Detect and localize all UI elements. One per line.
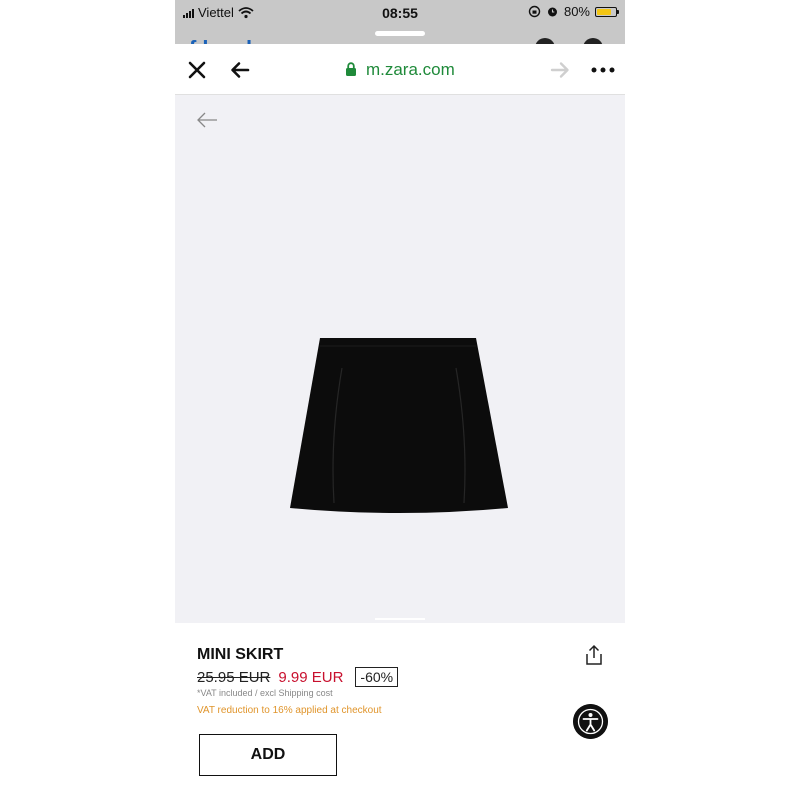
vat-reduction-notice: VAT reduction to 16% applied at checkout bbox=[197, 705, 382, 716]
price-row: 25.95 EUR 9.99 EUR -60% bbox=[197, 667, 399, 687]
original-price: 25.95 EUR bbox=[197, 668, 271, 686]
forward-arrow-icon[interactable] bbox=[549, 59, 571, 81]
product-title: MINI SKIRT bbox=[197, 646, 284, 663]
phone-screen: Viettel 08:55 80% fb..b. bbox=[175, 0, 625, 800]
battery-percent: 80% bbox=[563, 4, 590, 19]
product-image-gallery[interactable] bbox=[175, 95, 625, 623]
battery-icon bbox=[595, 6, 619, 17]
sale-price: 9.99 EUR bbox=[278, 668, 344, 686]
wifi-icon bbox=[238, 6, 254, 18]
signal-icon bbox=[183, 8, 194, 18]
alarm-icon bbox=[547, 7, 557, 17]
url-text[interactable]: m.zara.com bbox=[366, 60, 455, 79]
status-bar: Viettel 08:55 80% fb..b. bbox=[175, 0, 625, 61]
browser-sheet: m.zara.com MINI SKIRT 25.95 EUR 9.99 EUR… bbox=[175, 44, 625, 800]
lock-icon bbox=[346, 62, 357, 76]
carrier-indicator: Viettel bbox=[183, 5, 254, 20]
gallery-back-arrow-icon[interactable] bbox=[196, 111, 218, 129]
carrier-name: Viettel bbox=[198, 5, 234, 20]
image-page-indicator bbox=[375, 618, 425, 620]
orientation-lock-icon bbox=[528, 5, 541, 18]
browser-toolbar: m.zara.com bbox=[175, 44, 625, 95]
status-right: 80% bbox=[528, 4, 619, 19]
share-icon[interactable] bbox=[584, 644, 604, 666]
product-image bbox=[290, 338, 508, 513]
product-info: MINI SKIRT 25.95 EUR 9.99 EUR -60% *VAT … bbox=[175, 624, 625, 800]
discount-badge: -60% bbox=[355, 667, 399, 687]
sheet-grabber[interactable] bbox=[375, 31, 425, 36]
vat-note: *VAT included / excl Shipping cost bbox=[197, 688, 333, 698]
back-arrow-icon[interactable] bbox=[229, 59, 251, 81]
battery-level bbox=[597, 8, 612, 15]
add-to-cart-button[interactable]: ADD bbox=[199, 734, 337, 776]
accessibility-icon[interactable] bbox=[573, 704, 608, 739]
more-icon[interactable] bbox=[590, 59, 616, 81]
close-icon[interactable] bbox=[187, 60, 207, 80]
